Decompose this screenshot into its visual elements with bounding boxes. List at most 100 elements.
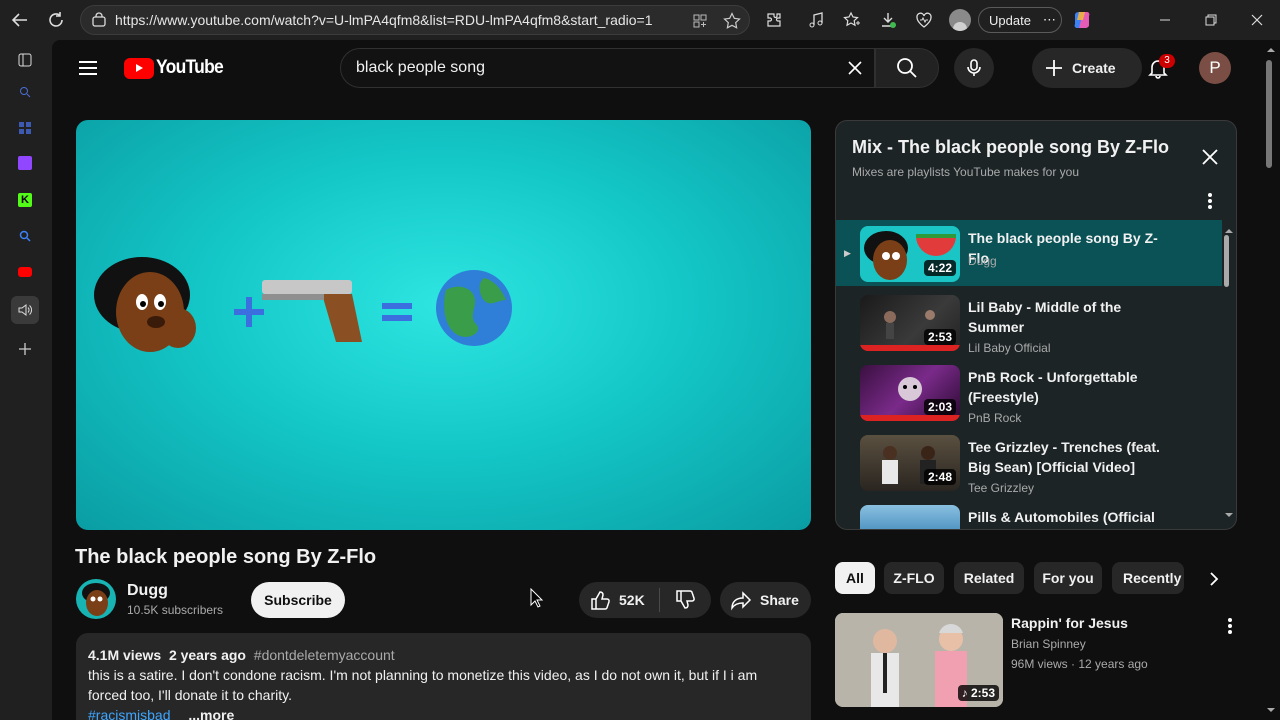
recommendation-meta: 96M views · 12 years ago: [1011, 657, 1148, 671]
plus-icon: [1046, 60, 1062, 76]
playlist-item-channel: PnB Rock: [968, 411, 1022, 425]
dislike-button[interactable]: [660, 582, 710, 618]
audio-icon[interactable]: [11, 296, 39, 324]
recommendation-title[interactable]: Rappin' for Jesus: [1011, 615, 1128, 631]
page-scroll-thumb[interactable]: [1266, 60, 1272, 168]
playlist-item-title: Lil Baby - Middle of the Summer: [968, 299, 1122, 335]
chevron-right-icon[interactable]: [1202, 567, 1226, 591]
chip-z-flo[interactable]: Z-FLO: [884, 562, 944, 594]
duration-badge: 2:48: [923, 469, 956, 485]
playlist-item[interactable]: 2:03 PnB Rock - Unforgettable (Freestyle…: [836, 359, 1222, 425]
playlist-thumbnail: [860, 505, 960, 529]
profile-avatar-icon[interactable]: [946, 6, 974, 34]
copilot-icon[interactable]: [1068, 6, 1096, 34]
recommendation-channel[interactable]: Brian Spinney: [1011, 637, 1086, 651]
hashtag-link[interactable]: #dontdeletemyaccount: [254, 647, 395, 663]
favorites-icon[interactable]: [838, 6, 866, 34]
add-sidebar-icon[interactable]: [13, 337, 37, 361]
browser-sidebar: K: [0, 40, 50, 720]
thumbs-up-icon: [591, 591, 610, 610]
close-window-icon[interactable]: [1234, 0, 1280, 40]
hashtag-link-2[interactable]: #racismisbad: [88, 707, 170, 720]
site-info-icon[interactable]: [91, 12, 107, 33]
minimize-icon[interactable]: [1142, 0, 1188, 40]
youtube-page: YouTube Create 3 P: [52, 40, 1262, 720]
chip-all[interactable]: All: [835, 562, 875, 594]
clear-search-icon[interactable]: [842, 55, 868, 81]
channel-avatar[interactable]: [76, 579, 116, 619]
playlist-scroll-thumb[interactable]: [1224, 235, 1229, 287]
mix-subtitle: Mixes are playlists YouTube makes for yo…: [852, 165, 1079, 179]
search-sidebar-icon[interactable]: [13, 80, 37, 104]
share-button[interactable]: Share: [720, 582, 811, 618]
media-control-icon[interactable]: [802, 6, 830, 34]
search-box: [340, 48, 875, 88]
search-button[interactable]: [875, 48, 939, 88]
create-button[interactable]: Create: [1032, 48, 1142, 88]
playlist-thumbnail: 2:53: [860, 295, 960, 351]
duration-badge: 2:53: [923, 329, 956, 345]
duration-badge: ♪ 2:53: [957, 685, 999, 701]
duration-badge: 4:22: [923, 260, 956, 276]
description-box[interactable]: 4.1M views 2 years ago #dontdeletemyacco…: [76, 633, 811, 720]
app-available-icon[interactable]: [689, 10, 711, 32]
chip-for-you[interactable]: For you: [1034, 562, 1102, 594]
video-player[interactable]: [76, 120, 811, 530]
kick-icon[interactable]: K: [13, 188, 37, 212]
upload-age: 2 years ago: [168, 647, 246, 663]
search-input[interactable]: [356, 59, 816, 77]
subscriber-count: 10.5K subscribers: [127, 603, 224, 617]
like-button[interactable]: 52K: [579, 582, 659, 618]
playlist-item[interactable]: 2:53 Lil Baby - Middle of the Summer Lil…: [836, 289, 1222, 355]
playlist-item-channel: Dugg: [968, 254, 997, 268]
settings-more-icon[interactable]: ⋯: [1043, 12, 1057, 28]
search-shortcut-icon[interactable]: [13, 224, 37, 248]
update-button[interactable]: Update ⋯: [978, 7, 1062, 33]
notification-count-badge: 3: [1159, 54, 1175, 68]
favorite-star-icon[interactable]: [721, 10, 743, 32]
youtube-play-icon: [124, 57, 154, 79]
twitch-icon[interactable]: [13, 151, 37, 175]
playlist-item-channel: Lil Baby Official: [968, 341, 1051, 355]
playlist-thumbnail: 2:03: [860, 365, 960, 421]
share-label: Share: [760, 592, 799, 608]
voice-search-button[interactable]: [954, 48, 994, 88]
url-text: https://www.youtube.com/watch?v=U-lmPA4q…: [115, 12, 653, 28]
mix-title[interactable]: Mix - The black people song By Z-Flo: [852, 137, 1169, 158]
view-count: 4.1M views: [88, 647, 162, 663]
hamburger-menu-icon[interactable]: [76, 56, 100, 80]
close-playlist-icon[interactable]: [1198, 145, 1222, 169]
address-bar[interactable]: https://www.youtube.com/watch?v=U-lmPA4q…: [80, 5, 750, 35]
playlist-thumbnail: 4:22: [860, 226, 960, 282]
duration-badge: 2:03: [923, 399, 956, 415]
recommendation-more-icon[interactable]: [1218, 614, 1242, 638]
apps-icon[interactable]: [13, 116, 37, 140]
downloads-icon[interactable]: [874, 6, 902, 34]
browser-essentials-icon[interactable]: [910, 6, 938, 34]
playlist-item[interactable]: 2:48 Tee Grizzley - Trenches (feat. Big …: [836, 429, 1222, 495]
share-icon: [731, 591, 752, 611]
update-label: Update: [989, 12, 1031, 28]
video-title: The black people song By Z-Flo: [75, 546, 377, 568]
search-icon: [897, 58, 917, 78]
chip-recently-uploaded[interactable]: Recently uploaded: [1112, 562, 1184, 594]
back-icon[interactable]: [2, 2, 38, 38]
tab-actions-icon[interactable]: [13, 48, 37, 72]
playlist-item[interactable]: ▶ 4:22 The black people song By Z-Flo Du…: [836, 220, 1222, 286]
extensions-icon[interactable]: [760, 6, 788, 34]
reload-icon[interactable]: [38, 2, 74, 38]
playlist-more-icon[interactable]: [1198, 189, 1222, 213]
chip-related[interactable]: Related: [954, 562, 1024, 594]
show-more-link[interactable]: ...more: [188, 707, 234, 720]
playlist-item-channel: Tee Grizzley: [968, 481, 1035, 495]
restore-icon[interactable]: [1188, 0, 1234, 40]
now-playing-icon: ▶: [844, 248, 851, 258]
subscribe-button[interactable]: Subscribe: [251, 582, 345, 618]
youtube-logo[interactable]: YouTube: [124, 57, 229, 79]
youtube-shortcut-icon[interactable]: [13, 260, 37, 284]
playlist-item[interactable]: Pills & Automobiles (Official Video): [836, 499, 1222, 529]
recommendation-thumbnail[interactable]: ♪ 2:53: [835, 613, 1003, 707]
channel-name[interactable]: Dugg: [127, 582, 168, 600]
microphone-icon: [967, 59, 981, 76]
account-avatar[interactable]: P: [1199, 52, 1231, 84]
